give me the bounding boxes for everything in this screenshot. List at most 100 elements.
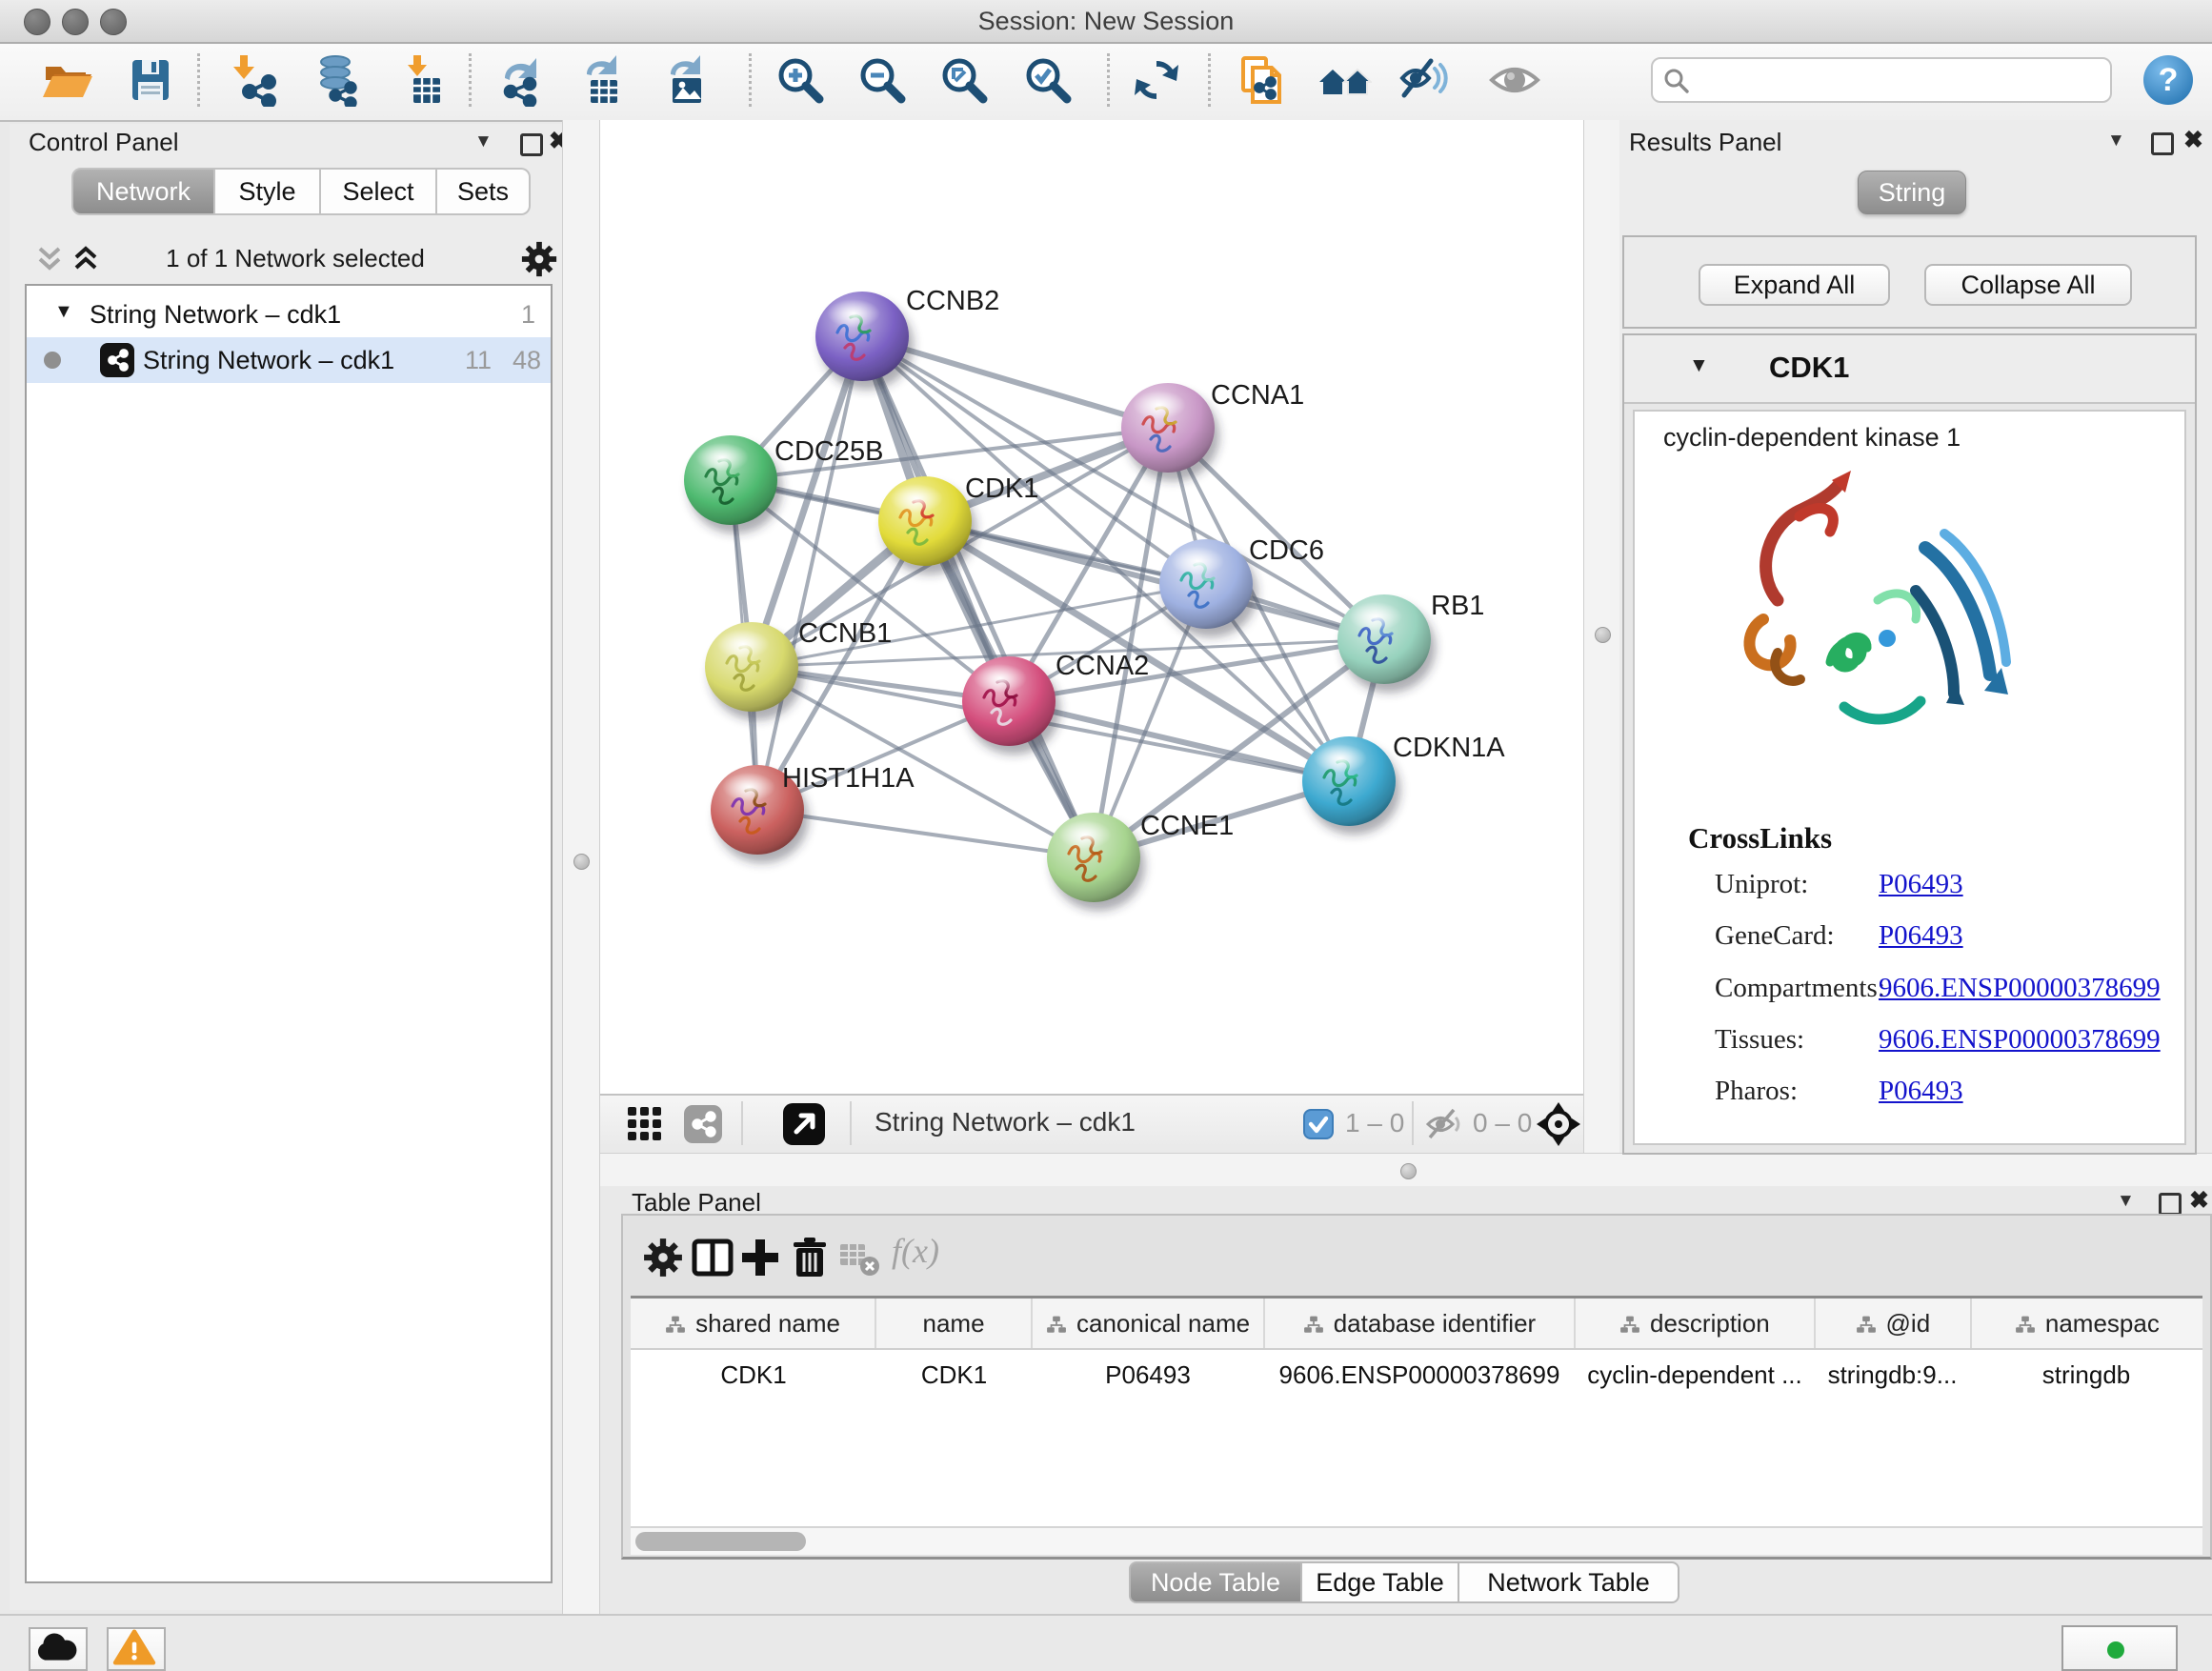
clone-network-button[interactable] xyxy=(1237,53,1290,107)
collapse-gene-icon[interactable]: ▼ xyxy=(1689,354,1709,377)
network-edge[interactable] xyxy=(862,336,1168,428)
collapse-panel-icon[interactable]: ▼ xyxy=(2107,131,2125,151)
collapse-collection-icon[interactable]: ▼ xyxy=(54,301,73,323)
birdseye-grid-icon[interactable] xyxy=(627,1106,663,1142)
float-panel-icon[interactable] xyxy=(520,133,543,156)
toolbar-separator xyxy=(741,1101,743,1145)
memory-button[interactable]: Memory xyxy=(2061,1625,2178,1671)
external-link-button[interactable] xyxy=(783,1103,825,1145)
splitter-handle-icon[interactable] xyxy=(573,854,590,870)
zoom-selected-button[interactable] xyxy=(1021,53,1075,107)
cell-database-identifier[interactable]: 9606.ENSP00000378699 xyxy=(1264,1350,1575,1399)
gear-icon[interactable] xyxy=(642,1237,684,1278)
search-input[interactable] xyxy=(1695,61,2099,97)
import-network-from-file-button[interactable] xyxy=(229,53,282,107)
selected-node-edge-counts: 1 – 0 xyxy=(1345,1108,1404,1138)
cell-canonical-name[interactable]: P06493 xyxy=(1032,1350,1264,1399)
search-box[interactable] xyxy=(1651,57,2112,103)
column-header-id[interactable]: @id xyxy=(1816,1299,1972,1348)
tab-style[interactable]: Style xyxy=(215,168,321,215)
collapse-panel-icon[interactable]: ▼ xyxy=(2117,1191,2135,1212)
crosslink-link[interactable]: P06493 xyxy=(1879,1076,1963,1107)
network-node[interactable] xyxy=(1337,594,1431,684)
first-neighbors-button[interactable] xyxy=(1318,53,1372,107)
network-row[interactable]: String Network – cdk1 11 48 xyxy=(27,337,551,383)
left-splitter[interactable] xyxy=(562,120,600,1614)
tab-network-table[interactable]: Network Table xyxy=(1459,1561,1679,1603)
float-panel-icon[interactable] xyxy=(2151,132,2174,155)
float-panel-icon[interactable] xyxy=(2159,1193,2182,1216)
network-view-canvas[interactable]: CCNB2CCNA1CDC25BCDK1CDC6RB1CCNB1CCNA2CDK… xyxy=(600,120,1583,1094)
network-node[interactable] xyxy=(962,656,1056,746)
column-header-name[interactable]: name xyxy=(876,1299,1033,1348)
open-session-button[interactable] xyxy=(40,53,93,107)
columns-icon[interactable] xyxy=(692,1237,734,1278)
crosshair-icon[interactable] xyxy=(1536,1101,1581,1147)
selected-checkbox-icon[interactable] xyxy=(1303,1109,1334,1139)
column-header-database-identifier[interactable]: database identifier xyxy=(1265,1299,1576,1348)
tab-network[interactable]: Network xyxy=(71,168,215,215)
export-table-button[interactable] xyxy=(579,53,633,107)
tab-sets[interactable]: Sets xyxy=(437,168,531,215)
crosslink-link[interactable]: 9606.ENSP00000378699 xyxy=(1879,1024,2161,1056)
tab-node-table[interactable]: Node Table xyxy=(1129,1561,1302,1603)
refresh-layout-button[interactable] xyxy=(1130,53,1183,107)
column-header-canonical-name[interactable]: canonical name xyxy=(1033,1299,1265,1348)
network-node[interactable] xyxy=(684,435,777,525)
bottom-splitter[interactable] xyxy=(600,1153,2212,1189)
tab-edge-table[interactable]: Edge Table xyxy=(1302,1561,1459,1603)
collapse-all-button[interactable]: Collapse All xyxy=(1924,264,2132,306)
delete-column-icon[interactable] xyxy=(789,1237,831,1278)
help-button[interactable]: ? xyxy=(2142,54,2194,106)
gene-section-header[interactable]: ▼ CDK1 xyxy=(1624,335,2195,404)
network-node[interactable] xyxy=(878,476,972,566)
network-node[interactable] xyxy=(815,292,909,381)
collapse-all-networks-icon[interactable] xyxy=(34,244,65,274)
cell-namespace[interactable]: stringdb xyxy=(1970,1350,2202,1399)
export-network-button[interactable] xyxy=(497,53,551,107)
show-graphics-details-button[interactable] xyxy=(1488,53,1541,107)
import-network-from-database-button[interactable] xyxy=(311,53,364,107)
table-row[interactable]: CDK1 CDK1 P06493 9606.ENSP00000378699 cy… xyxy=(631,1350,2202,1399)
zoom-fit-content-button[interactable] xyxy=(937,53,991,107)
scrollbar-thumb[interactable] xyxy=(635,1532,806,1551)
expand-all-networks-icon[interactable] xyxy=(70,244,101,274)
column-header-shared-name[interactable]: shared name xyxy=(631,1299,876,1348)
import-table-from-file-button[interactable] xyxy=(398,53,452,107)
cell-description[interactable]: cyclin-dependent ... xyxy=(1575,1350,1815,1399)
tab-select[interactable]: Select xyxy=(321,168,437,215)
gear-icon[interactable] xyxy=(520,240,558,278)
cell-name[interactable]: CDK1 xyxy=(876,1350,1032,1399)
network-node[interactable] xyxy=(705,622,798,712)
close-panel-icon[interactable]: ✖ xyxy=(2183,126,2203,154)
save-session-button[interactable] xyxy=(124,53,177,107)
hide-selected-button[interactable] xyxy=(1398,53,1452,107)
close-panel-icon[interactable]: ✖ xyxy=(2189,1186,2209,1215)
network-collection-row[interactable]: ▼ String Network – cdk1 1 xyxy=(27,292,551,337)
network-edge[interactable] xyxy=(757,810,1094,857)
zoom-in-button[interactable] xyxy=(774,53,827,107)
network-node[interactable] xyxy=(1302,736,1396,826)
crosslink-link[interactable]: 9606.ENSP00000378699 xyxy=(1879,973,2161,1004)
tab-string[interactable]: String xyxy=(1858,171,1966,214)
collapse-panel-icon[interactable]: ▼ xyxy=(474,131,493,152)
column-header-description[interactable]: description xyxy=(1576,1299,1816,1348)
expand-all-button[interactable]: Expand All xyxy=(1699,264,1890,306)
add-column-icon[interactable] xyxy=(739,1237,781,1278)
splitter-handle-icon[interactable] xyxy=(1595,627,1611,643)
crosslink-link[interactable]: P06493 xyxy=(1879,920,1963,952)
column-header-namespace[interactable]: namespac xyxy=(1972,1299,2202,1348)
cell-shared-name[interactable]: CDK1 xyxy=(631,1350,876,1399)
network-node[interactable] xyxy=(1159,539,1253,629)
crosslink-link[interactable]: P06493 xyxy=(1879,869,1963,900)
cell-id[interactable]: stringdb:9... xyxy=(1815,1350,1970,1399)
zoom-out-button[interactable] xyxy=(855,53,909,107)
right-splitter[interactable] xyxy=(1583,120,1621,1153)
cloud-button[interactable] xyxy=(29,1627,88,1671)
export-image-button[interactable] xyxy=(661,53,714,107)
network-node[interactable] xyxy=(1121,383,1215,473)
horizontal-scrollbar[interactable] xyxy=(631,1526,2202,1555)
network-node[interactable] xyxy=(1047,813,1140,902)
splitter-handle-icon[interactable] xyxy=(1400,1163,1417,1179)
warning-button[interactable] xyxy=(107,1627,166,1671)
